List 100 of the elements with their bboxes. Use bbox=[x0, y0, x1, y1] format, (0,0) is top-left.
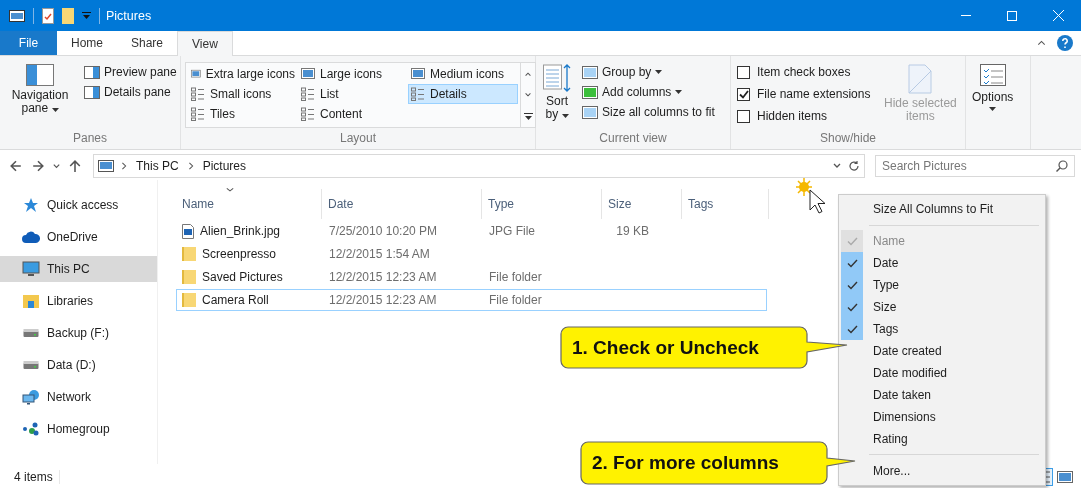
menu-item[interactable]: More... bbox=[839, 459, 1045, 483]
large-icons-view-button[interactable] bbox=[1055, 468, 1075, 486]
sort-by-button[interactable]: Sort by bbox=[540, 60, 574, 129]
minimize-icon bbox=[961, 15, 971, 16]
search-field[interactable]: Search Pictures bbox=[875, 155, 1075, 177]
properties-icon[interactable] bbox=[42, 7, 54, 24]
file-row[interactable]: Screenpresso 12/2/2015 1:54 AM bbox=[176, 243, 767, 265]
drive-icon bbox=[23, 328, 39, 338]
caret-icon bbox=[51, 108, 59, 112]
drive-icon bbox=[23, 360, 39, 370]
ribbon-tab[interactable]: Share bbox=[117, 31, 178, 55]
menu-item[interactable]: Type bbox=[839, 274, 1045, 296]
group-label: Panes bbox=[72, 130, 108, 147]
checkbox[interactable] bbox=[737, 109, 750, 123]
date-cell-text: 12/2/2015 12:23 AM bbox=[328, 293, 438, 307]
collapse-ribbon-icon[interactable] bbox=[1036, 39, 1047, 47]
menu-item[interactable]: Size All Columns to Fit bbox=[839, 197, 1045, 221]
breadcrumb-chevron-icon[interactable] bbox=[186, 162, 195, 170]
ribbon-tab[interactable]: View bbox=[177, 31, 233, 56]
menu-item[interactable]: Date modified bbox=[839, 362, 1045, 384]
navigation-item[interactable]: Quick access bbox=[0, 192, 157, 218]
view-command-button[interactable]: Add columns bbox=[580, 84, 717, 100]
breadcrumb-chevron-icon[interactable] bbox=[120, 162, 128, 170]
callout-text: 2. For more columns bbox=[592, 452, 779, 474]
checkmark-icon bbox=[846, 324, 858, 334]
layout-option[interactable]: Large icons bbox=[298, 64, 408, 84]
column-header[interactable]: Date bbox=[322, 189, 482, 219]
list-view-icon bbox=[191, 87, 205, 101]
menu-item[interactable]: Size bbox=[839, 296, 1045, 318]
navigation-item[interactable]: OneDrive bbox=[0, 224, 157, 250]
layout-option[interactable]: Medium icons bbox=[408, 64, 518, 84]
checkmark-icon bbox=[846, 236, 858, 246]
menu-item[interactable]: Date taken bbox=[839, 384, 1045, 406]
type-cell-text: JPG File bbox=[488, 224, 536, 238]
group-label: Current view bbox=[598, 130, 668, 147]
file-row[interactable]: Camera Roll 12/2/2015 12:23 AM File folder bbox=[176, 289, 767, 311]
view-command-button[interactable]: Group by bbox=[580, 64, 717, 80]
navigation-pane-button[interactable]: Navigation pane bbox=[4, 60, 76, 129]
cloud-icon bbox=[22, 231, 40, 243]
ribbon-tab[interactable]: Home bbox=[57, 31, 117, 55]
callout-text: 1. Check or Uncheck bbox=[572, 337, 759, 359]
expand-gallery-icon[interactable] bbox=[523, 113, 533, 121]
folder-icon[interactable] bbox=[62, 7, 74, 24]
layout-option[interactable]: Details bbox=[408, 84, 518, 104]
column-header[interactable]: Tags bbox=[682, 189, 769, 219]
layout-option[interactable]: Tiles bbox=[188, 104, 298, 124]
columns-icon bbox=[582, 85, 598, 99]
layout-option[interactable]: Extra large icons bbox=[188, 64, 298, 84]
file-row[interactable]: Alien_Brink.jpg 7/25/2010 10:20 PM JPG File 19 KB bbox=[176, 220, 767, 242]
type-cell-text: File folder bbox=[488, 270, 543, 284]
file-row[interactable]: Saved Pictures 12/2/2015 12:23 AM File folder bbox=[176, 266, 767, 288]
navigation-item[interactable]: Data (D:) bbox=[0, 352, 157, 378]
layout-option[interactable]: List bbox=[298, 84, 408, 104]
menu-item[interactable]: Date bbox=[839, 252, 1045, 274]
options-button[interactable]: Options bbox=[970, 60, 1016, 149]
address-field[interactable]: This PC Pictures bbox=[93, 154, 865, 178]
navigation-item[interactable]: Network bbox=[0, 384, 157, 410]
pane-icon bbox=[26, 64, 54, 86]
navigation-item[interactable]: This PC bbox=[0, 256, 157, 282]
menu-item[interactable]: Dimensions bbox=[839, 406, 1045, 428]
breadcrumb-item[interactable]: Pictures bbox=[200, 159, 249, 173]
dropdown-caret-icon bbox=[655, 70, 663, 74]
sort-indicator-icon[interactable] bbox=[225, 186, 235, 194]
checkbox-label: File name extensions bbox=[757, 87, 871, 101]
checkmark-icon bbox=[846, 280, 858, 290]
recent-locations-icon[interactable] bbox=[52, 161, 61, 171]
menu-item[interactable]: Date created bbox=[839, 340, 1045, 362]
column-header[interactable]: Name bbox=[176, 189, 322, 219]
menu-item[interactable]: Tags bbox=[839, 318, 1045, 340]
options-icon bbox=[979, 64, 1006, 88]
checkbox[interactable] bbox=[737, 65, 750, 79]
sort-icon bbox=[543, 64, 571, 92]
navigation-item[interactable]: Libraries bbox=[0, 288, 157, 314]
list-view-icon bbox=[191, 107, 205, 121]
layout-option[interactable]: Content bbox=[298, 104, 408, 124]
mouse-pointer-icon bbox=[796, 178, 828, 216]
breadcrumb-item[interactable]: This PC bbox=[134, 159, 181, 173]
view-command-button[interactable]: Size all columns to fit bbox=[580, 104, 717, 120]
file-name-cell: Alien_Brink.jpg bbox=[177, 223, 323, 239]
checkbox[interactable] bbox=[737, 87, 750, 101]
pc-icon bbox=[98, 160, 114, 172]
navigation-item[interactable]: Backup (F:) bbox=[0, 320, 157, 346]
layout-option[interactable]: Small icons bbox=[188, 84, 298, 104]
file-menu-tab[interactable]: File bbox=[0, 31, 57, 55]
column-header[interactable]: Type bbox=[482, 189, 602, 219]
date-cell-text: 12/2/2015 12:23 AM bbox=[328, 270, 438, 284]
pane-button[interactable]: Details pane bbox=[82, 84, 179, 100]
column-header[interactable]: Size bbox=[602, 189, 682, 219]
help-icon[interactable] bbox=[1057, 35, 1073, 51]
menu-item[interactable]: Rating bbox=[839, 428, 1045, 450]
network-icon bbox=[22, 389, 40, 405]
navigation-item[interactable]: Homegroup bbox=[0, 416, 157, 442]
dropdown-icon[interactable] bbox=[82, 12, 91, 19]
library-icon bbox=[22, 293, 40, 309]
window-icon[interactable] bbox=[9, 9, 25, 22]
homegroup-icon bbox=[22, 422, 40, 436]
thumbnail-icon bbox=[411, 67, 425, 81]
pane-button[interactable]: Preview pane bbox=[82, 64, 179, 80]
refresh-icon[interactable] bbox=[848, 160, 860, 172]
list-view-icon bbox=[301, 107, 315, 121]
